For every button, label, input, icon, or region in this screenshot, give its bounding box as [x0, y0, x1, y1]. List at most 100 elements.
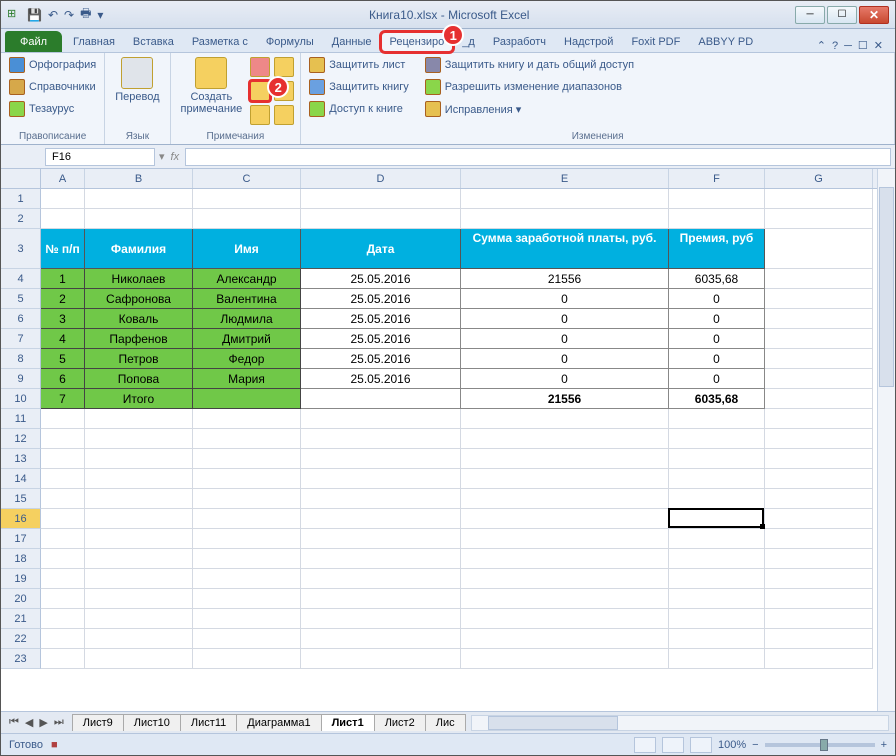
- cell[interactable]: [461, 569, 669, 589]
- row-header[interactable]: 23: [1, 649, 41, 669]
- cell[interactable]: [193, 189, 301, 209]
- view-pagelayout-button[interactable]: [662, 737, 684, 753]
- cell[interactable]: [669, 209, 765, 229]
- cell[interactable]: [41, 649, 85, 669]
- share-workbook-button[interactable]: Доступ к книге: [307, 99, 411, 119]
- cell[interactable]: [669, 649, 765, 669]
- row-header[interactable]: 8: [1, 349, 41, 369]
- cell[interactable]: [41, 409, 85, 429]
- cell[interactable]: [85, 589, 193, 609]
- row-header[interactable]: 16: [1, 509, 41, 529]
- cell[interactable]: [461, 209, 669, 229]
- protect-sheet-button[interactable]: Защитить лист: [307, 55, 411, 75]
- cell[interactable]: Дата: [301, 229, 461, 269]
- row-header[interactable]: 4: [1, 269, 41, 289]
- cell[interactable]: [461, 649, 669, 669]
- row-header[interactable]: 9: [1, 369, 41, 389]
- show-all-comments-button[interactable]: 2: [250, 81, 270, 101]
- cell[interactable]: [765, 329, 873, 349]
- row-header[interactable]: 6: [1, 309, 41, 329]
- cell[interactable]: Мария: [193, 369, 301, 389]
- cell[interactable]: [85, 209, 193, 229]
- cell[interactable]: [669, 409, 765, 429]
- cell[interactable]: [85, 529, 193, 549]
- cell[interactable]: 6035,68: [669, 269, 765, 289]
- cell[interactable]: [669, 609, 765, 629]
- row-header[interactable]: 5: [1, 289, 41, 309]
- cell[interactable]: [461, 449, 669, 469]
- col-header-B[interactable]: B: [85, 169, 193, 188]
- toggle-comment-button[interactable]: [274, 105, 294, 125]
- cell[interactable]: 25.05.2016: [301, 329, 461, 349]
- cell[interactable]: [765, 189, 873, 209]
- sheet-prev-icon[interactable]: ◀: [23, 716, 35, 729]
- row-header[interactable]: 18: [1, 549, 41, 569]
- cell[interactable]: 0: [669, 369, 765, 389]
- view-normal-button[interactable]: [634, 737, 656, 753]
- cell[interactable]: [461, 549, 669, 569]
- allow-ranges-button[interactable]: Разрешить изменение диапазонов: [423, 77, 636, 97]
- row-header[interactable]: 1: [1, 189, 41, 209]
- cell[interactable]: [461, 529, 669, 549]
- cell[interactable]: Федор: [193, 349, 301, 369]
- cell[interactable]: Петров: [85, 349, 193, 369]
- workbook-restore-icon[interactable]: ☐: [858, 39, 868, 52]
- macro-record-icon[interactable]: ■: [51, 739, 58, 751]
- cell[interactable]: [301, 649, 461, 669]
- col-header-A[interactable]: A: [41, 169, 85, 188]
- tab-file[interactable]: Файл: [5, 31, 62, 52]
- cell[interactable]: [765, 349, 873, 369]
- cell[interactable]: Людмила: [193, 309, 301, 329]
- tab-abbyy[interactable]: ABBYY PD: [689, 31, 762, 52]
- workbook-min-icon[interactable]: ─: [844, 40, 852, 52]
- cell[interactable]: [765, 269, 873, 289]
- cell[interactable]: [669, 569, 765, 589]
- cell[interactable]: [669, 529, 765, 549]
- cell[interactable]: [765, 609, 873, 629]
- tab-insert[interactable]: Вставка: [124, 31, 183, 52]
- cell[interactable]: 25.05.2016: [301, 269, 461, 289]
- zoom-slider[interactable]: [765, 743, 875, 747]
- cell[interactable]: [301, 509, 461, 529]
- qat-undo-icon[interactable]: ↶: [48, 8, 58, 22]
- cell[interactable]: [765, 529, 873, 549]
- zoom-handle[interactable]: [820, 739, 828, 751]
- cell[interactable]: [301, 469, 461, 489]
- cell[interactable]: [461, 609, 669, 629]
- worksheet-grid[interactable]: ABCDEFG 123№ п/пФамилияИмяДатаСумма зара…: [1, 169, 895, 711]
- sheet-tab[interactable]: Лист2: [374, 714, 426, 731]
- ribbon-min-icon[interactable]: ⌃: [817, 39, 826, 52]
- cell[interactable]: [461, 589, 669, 609]
- cell[interactable]: [765, 309, 873, 329]
- cell[interactable]: [193, 609, 301, 629]
- select-all-corner[interactable]: [1, 169, 41, 188]
- cell[interactable]: [193, 409, 301, 429]
- cell[interactable]: [461, 489, 669, 509]
- cell[interactable]: 3: [41, 309, 85, 329]
- cell[interactable]: [765, 549, 873, 569]
- row-header[interactable]: 19: [1, 569, 41, 589]
- cell[interactable]: [765, 649, 873, 669]
- sheet-tab[interactable]: Лист9: [72, 714, 124, 731]
- col-header-G[interactable]: G: [765, 169, 873, 188]
- row-header[interactable]: 7: [1, 329, 41, 349]
- cell[interactable]: [301, 609, 461, 629]
- cell[interactable]: № п/п: [41, 229, 85, 269]
- cell[interactable]: [193, 549, 301, 569]
- research-button[interactable]: Справочники: [7, 77, 98, 97]
- qat-save-icon[interactable]: 💾: [27, 8, 42, 22]
- cell[interactable]: [669, 449, 765, 469]
- cell[interactable]: 21556: [461, 269, 669, 289]
- cell[interactable]: [669, 429, 765, 449]
- col-header-D[interactable]: D: [301, 169, 461, 188]
- cell[interactable]: Попова: [85, 369, 193, 389]
- cell[interactable]: [765, 289, 873, 309]
- cell[interactable]: Дмитрий: [193, 329, 301, 349]
- cell[interactable]: [193, 489, 301, 509]
- sheet-next-icon[interactable]: ▶: [37, 716, 49, 729]
- cell[interactable]: 4: [41, 329, 85, 349]
- cell[interactable]: Коваль: [85, 309, 193, 329]
- cell[interactable]: [461, 409, 669, 429]
- cell[interactable]: [301, 409, 461, 429]
- cell[interactable]: [41, 449, 85, 469]
